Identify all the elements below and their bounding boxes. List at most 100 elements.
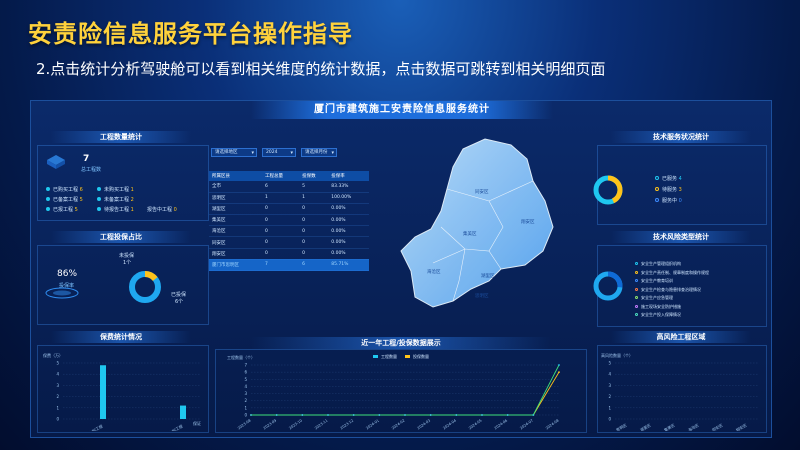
stat-in-report[interactable]: 报告中工程 0 [147, 206, 177, 213]
y-tick-label: 0 [244, 413, 247, 418]
legend-projects: 工程数量 [381, 353, 397, 359]
table-cell: 翔安区 [209, 248, 263, 260]
tech-risk-heading: 技术风险类型统计 [611, 231, 751, 243]
chevron-down-icon: ▾ [331, 150, 334, 156]
table-cell: 厦门市思明区 [209, 259, 263, 272]
stat-unfiled[interactable]: 未备案工程 2 [104, 196, 134, 203]
chevron-down-icon: ▾ [290, 150, 293, 156]
y-tick-label: 1 [608, 405, 611, 410]
table-total-row[interactable]: 厦门市思明区 7 6 85.71% [209, 259, 369, 272]
legend-circle-icon [635, 262, 638, 265]
y-tick-label: 2 [608, 394, 611, 399]
stat-pending-report[interactable]: 待报告工程 1 [104, 206, 134, 213]
y-tick-label: 5 [56, 361, 59, 366]
trend-point [532, 414, 535, 416]
table-row[interactable]: 翔安区 0 0 0.00% [209, 248, 369, 260]
table-cell: 海沧区 [209, 225, 263, 238]
y-tick-label: 3 [56, 383, 59, 388]
tech-risk-legend-item[interactable]: 安全生产应急管理 [635, 295, 673, 301]
tech-service-heading: 技术服务状况统计 [611, 131, 751, 143]
trend-x-label: 2024-05 [468, 419, 483, 431]
insured-donut[interactable] [127, 269, 163, 305]
insured-ratio-heading: 工程投保占比 [51, 231, 191, 243]
trend-x-label: 2023-10 [288, 418, 303, 430]
region-select[interactable]: 请选择地区 ▾ [211, 148, 257, 157]
table-cell: 0.00% [328, 214, 369, 227]
tech-risk-legend-item[interactable]: 安全生产教育培训 [635, 278, 673, 284]
table-cell: 7 [262, 259, 300, 272]
month-select[interactable]: 请选择月份 ▾ [301, 148, 337, 157]
table-cell: 0 [299, 203, 329, 216]
tech-service-legend-item[interactable]: 待服务 3 [655, 186, 682, 193]
total-projects-value: 7 [83, 154, 90, 164]
insured-percent: 86% [57, 269, 78, 279]
y-tick-label: 4 [56, 372, 59, 377]
table-cell: 1 [262, 192, 300, 204]
table-row[interactable]: 海沧区 0 0 0.00% [209, 225, 369, 238]
legend-circle-icon [635, 287, 638, 291]
trend-x-label: 2023-12 [340, 419, 355, 431]
table-cell: 集美区 [209, 214, 263, 227]
tech-risk-legend-item[interactable]: 安全生产管理组织机构 [635, 261, 681, 267]
risk-x-label: 同安区 [711, 422, 724, 431]
unpurchased-icon [97, 187, 101, 191]
risk-area-chart: 高风险数量（个） 5 4 3 2 1 0 思明区 湖里区 集美区 海沧区 同安区 翔安区 [601, 352, 759, 431]
tech-risk-donut[interactable] [591, 269, 625, 303]
district-table: 所属区县 工程总量 投保数 投保率 全市 6 5 83.33% 思明区 1 1 100.00% 湖里区… [209, 171, 369, 272]
risk-x-label: 翔安区 [735, 422, 748, 431]
year-select[interactable]: 2024 ▾ [262, 148, 296, 157]
stat-filed[interactable]: 已备案工程 5 [53, 196, 83, 203]
table-cell: 100.00% [328, 192, 369, 204]
table-row[interactable]: 集美区 0 0 0.00% [209, 214, 369, 227]
risk-x-label: 集美区 [663, 422, 676, 431]
y-tick-label: 6 [244, 370, 247, 375]
table-cell: 85.71% [328, 259, 369, 272]
tech-service-donut[interactable] [591, 173, 625, 207]
legend-swatch-projects [373, 355, 378, 358]
table-row[interactable]: 思明区 1 1 100.00% [209, 192, 369, 204]
tech-risk-legend-item[interactable]: 安全生产检查与隐患排查治理情况 [635, 287, 701, 293]
table-cell: 5 [299, 181, 329, 193]
pending-report-icon [97, 207, 101, 211]
legend-swatch-insured [405, 355, 410, 358]
table-cell: 湖里区 [209, 203, 263, 216]
legend-circle-icon [635, 296, 638, 299]
legend-circle-icon [635, 270, 638, 274]
stat-purchased[interactable]: 已购买工程 6 [53, 186, 83, 193]
table-cell: 0.00% [328, 236, 369, 249]
y-tick-label: 1 [56, 405, 59, 410]
tech-risk-legend-item[interactable]: 安全生产责任制、规章制度和操作规程 [635, 270, 709, 276]
legend-circle-icon [635, 279, 638, 282]
insured-count: 6个 [175, 299, 184, 305]
y-tick-label: 5 [244, 377, 247, 382]
table-cell: 0 [262, 225, 300, 238]
y-tick-label: 0 [56, 417, 59, 422]
table-cell: 0 [262, 236, 300, 249]
tech-service-legend-item[interactable]: 已服务 4 [655, 175, 682, 182]
tech-service-legend-item[interactable]: 服务中 0 [655, 197, 682, 204]
trend-chart: 工程数量（个） 工程数量 投保数量 7 6 5 4 3 2 1 0 2023-08 2023-0… [227, 353, 560, 431]
table-row[interactable]: 湖里区 0 0 0.00% [209, 203, 369, 216]
tech-risk-legend-item[interactable]: 安全生产投入保障情况 [635, 312, 681, 318]
legend-insured: 投保数量 [413, 353, 429, 359]
trend-point [352, 414, 355, 416]
trend-point [327, 414, 329, 416]
stat-reported[interactable]: 已报工程 5 [53, 206, 78, 213]
premium-x-axis-label: 保证 [193, 420, 201, 426]
table-header-cell: 工程总量 [262, 171, 300, 181]
table-row[interactable]: 全市 6 5 83.33% [209, 181, 369, 193]
xiamen-map[interactable]: 同安区 集美区 翔安区 海沧区 湖里区 思明区 [393, 131, 593, 331]
reported-icon [46, 207, 50, 211]
stat-unpurchased[interactable]: 未购买工程 1 [104, 186, 134, 193]
premium-x-label: 中标工程 [88, 423, 104, 431]
trend-point [301, 414, 304, 416]
table-cell: 0 [262, 248, 300, 260]
chevron-down-icon: ▾ [251, 150, 254, 156]
trend-point [558, 371, 560, 374]
premium-bar [180, 405, 186, 419]
table-cell: 0.00% [328, 248, 369, 260]
building-icon [47, 155, 65, 169]
tech-risk-legend-item[interactable]: 施工现场安全防护措施 [635, 304, 681, 310]
trend-x-label: 2024-08 [545, 418, 560, 430]
table-row[interactable]: 同安区 0 0 0.00% [209, 236, 369, 249]
